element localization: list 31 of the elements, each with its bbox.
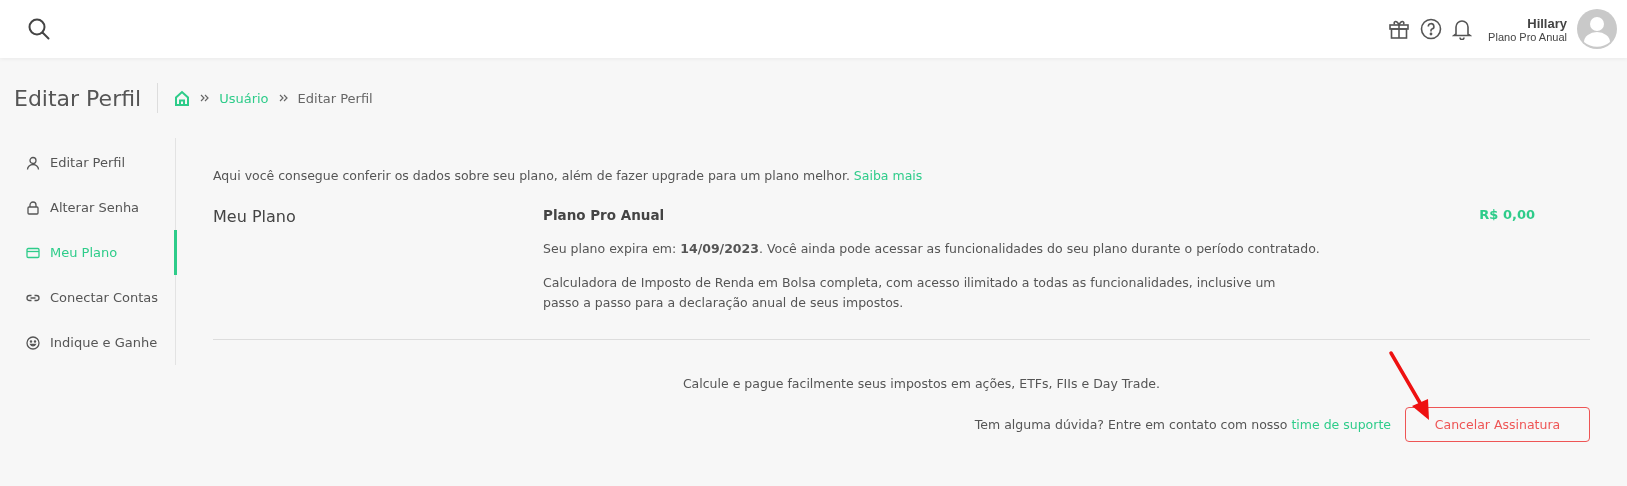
- user-plan: Plano Pro Anual: [1488, 30, 1567, 43]
- plan-name: Plano Pro Anual: [543, 207, 666, 223]
- sidebar-item[interactable]: Conectar Contas: [0, 275, 175, 320]
- breadcrumb-current: Editar Perfil: [297, 90, 373, 106]
- plan-price: R$ 0,00: [1478, 207, 1536, 224]
- user-name: Hillary: [1527, 15, 1567, 31]
- support-link[interactable]: time de suporte: [1291, 417, 1391, 432]
- plan-expiry: Seu plano expira em: 14/09/2023. Você ainda pode acessar as funcionalidades do seu plano durante o período contratado.: [543, 240, 1321, 258]
- sidebar-item[interactable]: Meu Plano: [0, 230, 177, 275]
- sidebar-item[interactable]: Indique e Ganhe: [0, 320, 175, 365]
- contact-text: Tem alguma dúvida? Entre em contato com nosso time de suporte: [974, 417, 1391, 432]
- breadcrumb-link[interactable]: Usuário: [219, 90, 269, 106]
- learn-more-link[interactable]: Saiba mais: [853, 168, 923, 183]
- card-icon: [26, 245, 40, 260]
- gift-icon[interactable]: [1388, 18, 1411, 40]
- help-icon[interactable]: [1420, 18, 1443, 40]
- double-chevron-icon: [200, 94, 210, 102]
- page-title: Editar Perfil: [14, 85, 142, 111]
- tagline: Calcule e pague facilmente seus impostos em ações, ETFs, FIIs e Day Trade.: [682, 376, 1160, 391]
- double-chevron-icon: [278, 94, 288, 102]
- smiley-icon: [26, 335, 40, 350]
- sidebar-item[interactable]: Alterar Senha: [0, 185, 175, 230]
- search-icon[interactable]: [28, 18, 50, 40]
- section-title: Meu Plano: [213, 207, 297, 228]
- plan-description: Calculadora de Imposto de Renda em Bolsa completa, com acesso ilimitado a todas as funcionalidades, inclusive um passo a passo para a declaração anual de seus impostos.: [543, 274, 1277, 312]
- bell-icon[interactable]: [1452, 18, 1473, 40]
- user-icon: [26, 155, 40, 170]
- intro-text: Aqui você consegue conferir os dados sobre seu plano, além de fazer upgrade para um plano melhor. Saiba mais: [213, 168, 924, 183]
- sidebar-item[interactable]: Editar Perfil: [0, 140, 175, 185]
- lock-icon: [26, 200, 40, 215]
- cancel-subscription-button[interactable]: Cancelar Assinatura: [1405, 407, 1590, 442]
